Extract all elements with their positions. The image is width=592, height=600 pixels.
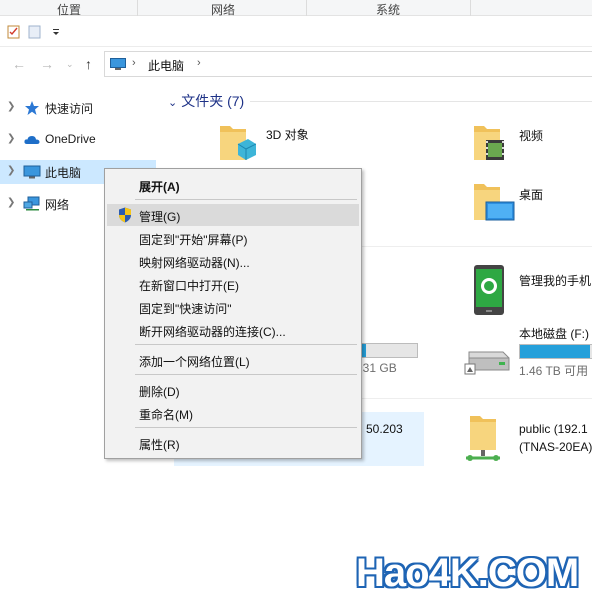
device-tile-phone[interactable]: 管理我的手机 (472, 264, 592, 318)
menu-item-label: 管理(G) (139, 210, 181, 224)
cloud-icon (24, 136, 40, 144)
folder-tile-desktop[interactable]: 桌面 (472, 178, 592, 228)
drive-free-space: 1.46 TB 可用 (519, 364, 589, 378)
folder-label: 桌面 (519, 188, 544, 202)
customize-toolbar-chevron-icon[interactable] (51, 25, 61, 39)
recent-locations-chevron-icon[interactable]: ⌄ (66, 59, 74, 70)
menu-item-expand[interactable]: 展开(A) (107, 174, 359, 196)
menu-item-pin-to-quick-access[interactable]: 固定到"快速访问" (107, 296, 359, 318)
properties-icon[interactable] (7, 25, 20, 39)
menu-item-map-network-drive[interactable]: 映射网络驱动器(N)... (107, 250, 359, 272)
context-menu: 展开(A) 管理(G) 固定到"开始"屏幕(P) 映射网络驱动器(N)... 在… (104, 168, 362, 459)
menu-separator (135, 374, 357, 375)
video-folder-icon (474, 126, 504, 160)
network-folder-icon (466, 416, 500, 461)
menu-item-add-network-location[interactable]: 添加一个网络位置(L) (107, 349, 359, 371)
hard-drive-icon (464, 351, 510, 375)
menu-item-rename[interactable]: 重命名(M) (107, 402, 359, 424)
menu-separator (135, 427, 357, 428)
ribbon-divider (137, 0, 138, 16)
menu-item-manage[interactable]: 管理(G) (107, 204, 359, 226)
sidebar-item-label: 此电脑 (45, 166, 82, 180)
menu-item-open-new-window[interactable]: 在新窗口中打开(E) (107, 273, 359, 295)
shield-icon (119, 207, 131, 223)
network-location-label: public (192.1 (519, 422, 588, 436)
menu-item-label: 删除(D) (139, 385, 180, 399)
network-location-tile-public[interactable]: public (192.1 (TNAS-20EA) (464, 412, 592, 466)
menu-item-label: 固定到"快速访问" (139, 302, 232, 316)
ribbon-group-labels: 位置 网络 系统 (0, 0, 592, 17)
back-arrow-icon[interactable]: ← (12, 56, 26, 72)
sidebar-item-quick-access[interactable]: ❯ 快速访问 (0, 96, 156, 120)
menu-item-properties[interactable]: 属性(R) (107, 432, 359, 454)
computer-icon (110, 58, 126, 70)
desktop-folder-icon (474, 184, 515, 221)
network-location-label: 50.203 (366, 422, 403, 436)
section-divider (250, 101, 592, 102)
address-bar[interactable]: › 此电脑 › (104, 51, 592, 77)
menu-separator (135, 344, 357, 345)
folder-label: 3D 对象 (266, 128, 309, 142)
ribbon-group-system: 系统 (376, 3, 401, 17)
navigation-bar: ← → ⌄ ↑ › 此电脑 › (0, 47, 592, 81)
sidebar-item-label: 快速访问 (45, 102, 94, 116)
breadcrumb-chevron-icon[interactable]: › (132, 57, 136, 69)
drive-tile-hidden[interactable]: 931 GB (356, 341, 420, 375)
drive-usage-bar (356, 343, 418, 358)
menu-item-label: 映射网络驱动器(N)... (139, 256, 250, 270)
expand-chevron-icon[interactable]: ❯ (7, 165, 15, 176)
forward-arrow-icon[interactable]: → (40, 56, 54, 72)
menu-item-pin-to-start[interactable]: 固定到"开始"屏幕(P) (107, 227, 359, 249)
ribbon-divider (306, 0, 307, 16)
menu-item-label: 添加一个网络位置(L) (139, 355, 250, 369)
breadcrumb-this-pc[interactable]: 此电脑 (148, 57, 184, 74)
sidebar-item-onedrive[interactable]: ❯ OneDrive (0, 128, 156, 152)
drive-label: 本地磁盘 (F:) (519, 327, 589, 341)
drive-usage-bar (519, 344, 592, 359)
ribbon-group-location: 位置 (57, 3, 82, 17)
ribbon-group-network: 网络 (211, 3, 236, 17)
menu-item-label: 重命名(M) (139, 408, 193, 422)
watermark-text: Hao4K.COM (356, 551, 579, 595)
new-folder-icon[interactable] (28, 25, 41, 39)
folders-section-title: 文件夹 (7) (181, 93, 245, 109)
expand-chevron-icon[interactable]: ❯ (7, 133, 15, 144)
folders-section-header[interactable]: ⌄ 文件夹 (7) (168, 91, 244, 111)
expand-chevron-icon[interactable]: ❯ (7, 197, 15, 208)
drive-tile-local-disk-f[interactable]: 本地磁盘 (F:) 1.46 TB 可用 (463, 324, 592, 378)
menu-item-label: 属性(R) (139, 438, 180, 452)
up-arrow-icon[interactable]: ↑ (85, 56, 92, 72)
3d-objects-folder-icon (220, 126, 256, 160)
menu-item-label: 在新窗口中打开(E) (139, 279, 239, 293)
folder-tile-videos[interactable]: 视频 (472, 120, 592, 170)
computer-icon (23, 165, 41, 179)
menu-item-label: 展开(A) (139, 180, 180, 194)
menu-item-disconnect-network-drive[interactable]: 断开网络驱动器的连接(C)... (107, 319, 359, 341)
network-icon (23, 196, 40, 211)
menu-item-label: 断开网络驱动器的连接(C)... (139, 325, 286, 339)
folder-tile-3d-objects[interactable]: 3D 对象 (216, 120, 396, 170)
collapse-chevron-icon[interactable]: ⌄ (168, 97, 177, 109)
quick-access-toolbar (0, 17, 592, 47)
star-icon (25, 101, 39, 115)
phone-icon (474, 265, 504, 315)
breadcrumb-chevron-icon[interactable]: › (197, 57, 201, 69)
watermark-logo: Hao4K.COM (356, 551, 586, 595)
ribbon-divider (470, 0, 471, 16)
drive-free-space: 931 GB (356, 361, 397, 375)
menu-item-delete[interactable]: 删除(D) (107, 379, 359, 401)
menu-separator (135, 199, 357, 200)
menu-item-label: 固定到"开始"屏幕(P) (139, 233, 248, 247)
device-label: 管理我的手机 (519, 274, 592, 288)
sidebar-item-label: 网络 (45, 198, 70, 212)
drive-usage-fill (520, 345, 591, 358)
network-location-sublabel: (TNAS-20EA) (519, 440, 592, 454)
expand-chevron-icon[interactable]: ❯ (7, 101, 15, 112)
folder-label: 视频 (519, 129, 544, 143)
sidebar-item-label: OneDrive (45, 132, 96, 146)
